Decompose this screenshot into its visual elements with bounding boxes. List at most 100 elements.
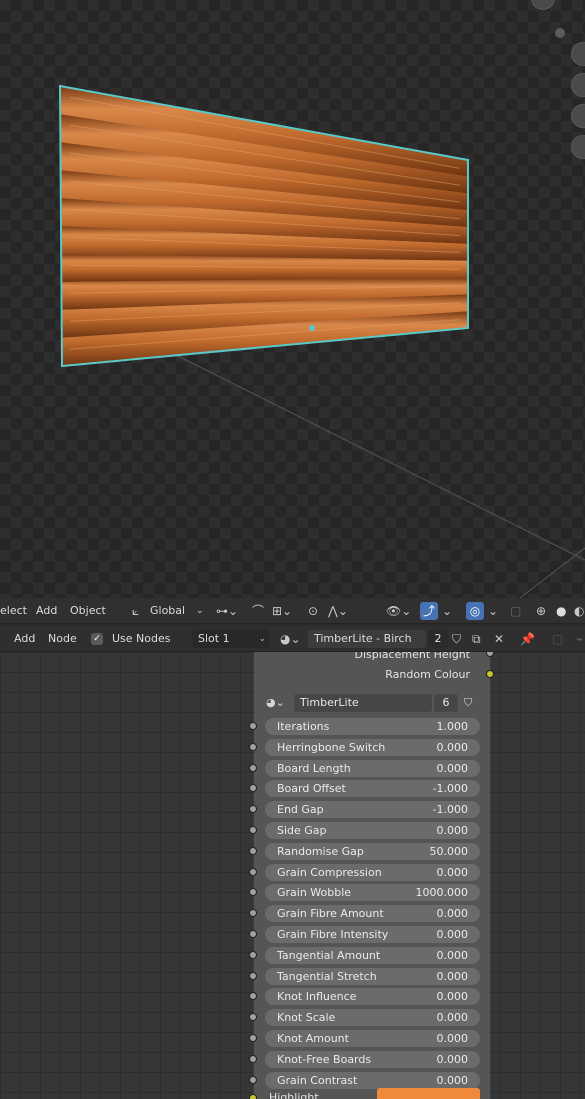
input-field[interactable]: Randomise Gap 50.000: [265, 842, 480, 860]
snap-icon[interactable]: ▢: [552, 626, 563, 652]
input-socket[interactable]: [249, 992, 257, 1001]
input-socket[interactable]: [249, 1013, 257, 1022]
solid-shading-icon[interactable]: ●: [556, 598, 566, 624]
material-name-field[interactable]: TimberLite - Birch Ply: [308, 630, 426, 663]
add-menu[interactable]: Add: [36, 598, 57, 624]
input-label: Board Offset: [277, 782, 346, 796]
wood-object[interactable]: [55, 80, 475, 380]
input-field[interactable]: Iterations 1.000: [265, 718, 480, 735]
input-label: Knot-Free Boards: [277, 1052, 372, 1066]
input-field[interactable]: Knot Influence 0.000: [265, 988, 480, 1006]
input-value: -1.000: [432, 782, 468, 796]
gizmo-toggle-icon[interactable]: ⤴: [420, 602, 438, 620]
node-editor-header: Add Node ✓ Use Nodes Slot 1 ⌄ ◕⌄ TimberL…: [0, 626, 585, 663]
overlay-toggle-icon[interactable]: ◎: [466, 602, 484, 620]
input-field[interactable]: Side Gap 0.000: [265, 822, 480, 839]
snap-icon[interactable]: ⌒: [252, 598, 264, 624]
input-socket[interactable]: [249, 763, 257, 772]
input-socket[interactable]: [249, 888, 257, 897]
input-socket[interactable]: [249, 1034, 257, 1042]
chevron-down-icon[interactable]: ⌄: [442, 598, 452, 624]
xray-icon[interactable]: ▢: [510, 598, 521, 624]
proportional-edit-icon[interactable]: ⊙: [308, 598, 318, 624]
gizmo-dot: [555, 28, 565, 38]
input-socket[interactable]: [249, 1094, 257, 1099]
duplicate-material-icon[interactable]: ⧉: [472, 626, 481, 652]
input-field[interactable]: Grain Fibre Amount 0.000: [265, 905, 480, 923]
input-field[interactable]: Grain Contrast 0.000: [265, 1071, 480, 1089]
input-socket[interactable]: [249, 909, 257, 918]
highlight-color-swatch[interactable]: [377, 1088, 480, 1099]
group-name-field[interactable]: TimberLite: [294, 694, 432, 712]
input-field[interactable]: Board Length 0.000: [265, 759, 480, 777]
use-nodes-checkbox[interactable]: ✓: [91, 633, 103, 645]
input-socket[interactable]: [249, 722, 257, 730]
input-value: 1000.000: [415, 886, 469, 900]
fake-user-shield-icon[interactable]: ⛉: [452, 626, 461, 652]
input-field[interactable]: Herringbone Switch 0.000: [265, 738, 480, 756]
input-field[interactable]: Knot-Free Boards 0.000: [265, 1050, 480, 1068]
add-menu[interactable]: Add: [14, 626, 35, 652]
input-label: Grain Contrast: [277, 1073, 358, 1087]
timberlite-group-node[interactable]: Displacement Height Random Colour ◕⌄ Tim…: [249, 652, 494, 1099]
3d-viewport[interactable]: [0, 0, 585, 598]
input-field[interactable]: Grain Wobble 1000.000: [265, 884, 480, 902]
input-field[interactable]: Knot Amount 0.000: [265, 1030, 480, 1047]
input-socket[interactable]: [249, 1054, 257, 1063]
input-label: Iterations: [277, 720, 330, 733]
input-value: 0.000: [436, 1073, 469, 1087]
input-socket[interactable]: [249, 950, 257, 959]
node-group-selector[interactable]: ◕⌄ TimberLite 6 ⛉: [264, 694, 480, 712]
node-editor[interactable]: Displacement Height Random Colour ◕⌄ Tim…: [0, 652, 585, 1099]
output-socket[interactable]: [486, 652, 494, 657]
visibility-icon[interactable]: 👁⌄: [386, 598, 411, 624]
input-field[interactable]: Grain Compression 0.000: [265, 863, 480, 881]
input-value: 0.000: [436, 990, 469, 1004]
select-menu[interactable]: elect: [0, 598, 27, 624]
wireframe-shading-icon[interactable]: ⊕: [536, 598, 546, 624]
input-socket[interactable]: [249, 826, 257, 834]
input-value: 0.000: [436, 1052, 469, 1066]
falloff-icon[interactable]: ⋀⌄: [328, 598, 348, 624]
group-users-count[interactable]: 6: [434, 694, 458, 712]
input-socket[interactable]: [249, 867, 257, 876]
input-socket[interactable]: [249, 971, 257, 980]
input-field[interactable]: Board Offset -1.000: [265, 780, 480, 798]
input-field[interactable]: Knot Scale 0.000: [265, 1009, 480, 1027]
input-socket[interactable]: [249, 1075, 257, 1084]
input-field[interactable]: Tangential Stretch 0.000: [265, 967, 480, 985]
link-icon[interactable]: ⌁: [576, 626, 583, 652]
input-value: 0.000: [436, 1032, 469, 1045]
input-label: Knot Influence: [277, 990, 357, 1004]
input-socket[interactable]: [249, 742, 257, 751]
pin-icon[interactable]: 📌: [520, 626, 535, 652]
viewport-scene: [55, 80, 585, 598]
slot-dropdown[interactable]: Slot 1 ⌄: [192, 630, 270, 648]
input-value: 0.000: [436, 761, 469, 775]
object-menu[interactable]: Object: [70, 598, 106, 624]
chevron-down-icon[interactable]: ⌄: [488, 598, 498, 624]
material-browse-icon[interactable]: ◕⌄: [280, 626, 301, 652]
snap-increment-icon[interactable]: ⊞⌄: [272, 598, 292, 624]
pivot-icon[interactable]: ⊶⌄: [216, 598, 238, 624]
input-socket[interactable]: [249, 846, 257, 855]
material-shading-icon[interactable]: ◐: [574, 598, 584, 624]
node-menu[interactable]: Node: [48, 626, 77, 652]
output-socket[interactable]: [486, 670, 494, 678]
input-field[interactable]: Tangential Amount 0.000: [265, 946, 480, 964]
input-field[interactable]: End Gap -1.000: [265, 801, 480, 819]
close-icon[interactable]: ✕: [494, 626, 504, 652]
material-users-count[interactable]: 2: [428, 630, 448, 648]
input-field[interactable]: Grain Fibre Intensity 0.000: [265, 926, 480, 943]
input-socket[interactable]: [249, 930, 257, 938]
object-origin: [309, 325, 315, 331]
orientation-dropdown[interactable]: Global ⌄: [150, 598, 208, 624]
slot-label: Slot 1: [198, 632, 230, 645]
input-label: Grain Compression: [277, 865, 382, 879]
highlight-label: Highlight: [269, 1091, 319, 1099]
fake-user-shield-icon[interactable]: ⛉: [464, 694, 472, 712]
input-socket[interactable]: [249, 805, 257, 814]
input-value: 0.000: [436, 824, 469, 837]
input-socket[interactable]: [249, 784, 257, 793]
node-tree-icon[interactable]: ◕⌄: [266, 694, 285, 712]
